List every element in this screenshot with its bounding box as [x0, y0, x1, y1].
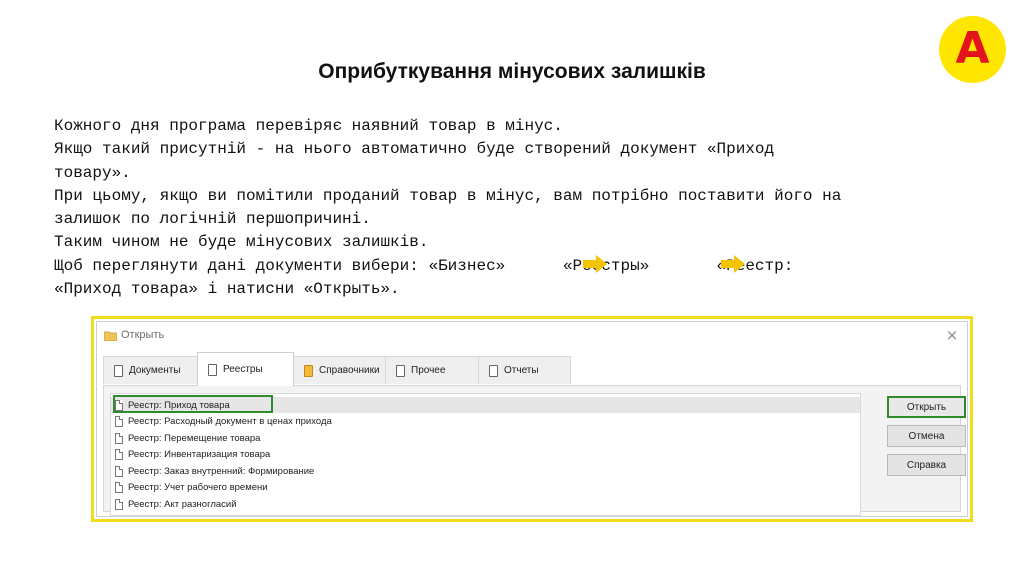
text-line: залишок по логічній першопричині.: [54, 210, 371, 229]
list-item-label: Реестр: Акт разногласий: [128, 498, 237, 510]
open-button[interactable]: Открыть: [887, 396, 966, 418]
document-icon: [115, 432, 123, 444]
list-item[interactable]: Реестр: Перемещение товара: [111, 430, 860, 446]
tab-other[interactable]: Прочее: [385, 356, 479, 384]
text-line: Кожного дня програма перевіряє наявний т…: [54, 117, 563, 135]
close-icon[interactable]: ×: [943, 325, 961, 345]
tab-references[interactable]: Справочники: [293, 356, 386, 384]
list-item-label: Реестр: Заказ внутренний: Формирование: [128, 465, 315, 477]
help-button[interactable]: Справка: [887, 454, 966, 476]
list-item[interactable]: Реестр: Акт разногласий: [111, 496, 860, 512]
right-arrow-icon: [721, 255, 745, 273]
list-item-label: Реестр: Перемещение товара: [128, 432, 261, 444]
document-icon: [115, 449, 123, 460]
instructions-text: Кожного дня програма перевіряє наявний т…: [54, 115, 1004, 301]
text-line: Якщо такий присутній - на нього автомати…: [54, 140, 775, 159]
document-icon: [115, 416, 123, 427]
text-line: товару».: [54, 163, 131, 182]
text-line: Щоб переглянути дані документи вибери: «…: [54, 256, 794, 275]
document-icon: [114, 364, 123, 377]
list-item[interactable]: Реестр: Учет рабочего времени: [111, 480, 860, 496]
selection-highlight: [113, 395, 273, 413]
list-item[interactable]: Реестр: Расходный документ в ценах прихо…: [111, 414, 860, 430]
right-arrow-icon: [583, 255, 607, 273]
tab-reports[interactable]: Отчеты: [478, 356, 571, 384]
tab-label: Отчеты: [504, 365, 539, 376]
list-item-label: Реестр: Расходный документ в ценах прихо…: [128, 416, 332, 427]
cancel-button[interactable]: Отмена: [887, 425, 966, 447]
report-icon: [489, 364, 498, 377]
register-list[interactable]: Реестр: Приход товара Реестр: Расходный …: [110, 393, 861, 516]
text-line: «Приход товара» і натисни «Открыть».: [54, 280, 400, 299]
tab-content: Реестр: Приход товара Реестр: Расходный …: [103, 385, 966, 516]
list-item-label: Реестр: Инвентаризация товара: [128, 449, 271, 460]
list-item[interactable]: Реестр: Инвентаризация товара: [111, 447, 860, 463]
page-title: Оприбуткування мінусових залишків: [318, 60, 706, 83]
document-icon: [115, 498, 123, 510]
dialog-title: Открыть: [121, 329, 165, 341]
tab-label: Прочее: [411, 365, 446, 376]
document-icon: [208, 363, 217, 376]
tab-label: Реестры: [223, 364, 263, 375]
copy-icon: [396, 364, 405, 377]
list-item[interactable]: Реестр: Заказ внутренний: Формирование: [111, 463, 860, 479]
open-dialog: Открыть × Документы Реестры Справочники …: [91, 316, 973, 522]
dialog-titlebar: Открыть ×: [97, 322, 967, 350]
tab-label: Документы: [129, 365, 181, 376]
folder-icon: [104, 331, 117, 341]
document-icon: [115, 465, 123, 477]
tab-registers[interactable]: Реестры: [197, 352, 294, 386]
text-line: Таким чином не буде мінусових залишків.: [54, 233, 429, 252]
reference-book-icon: [304, 364, 313, 377]
list-item-label: Реестр: Учет рабочего времени: [128, 482, 268, 493]
tab-label: Справочники: [319, 365, 380, 376]
tab-bar: Документы Реестры Справочники Прочее Отч…: [103, 352, 961, 386]
document-icon: [115, 482, 123, 493]
text-line: При цьому, якщо ви помітили проданий тов…: [54, 186, 842, 205]
tab-documents[interactable]: Документы: [103, 356, 198, 384]
